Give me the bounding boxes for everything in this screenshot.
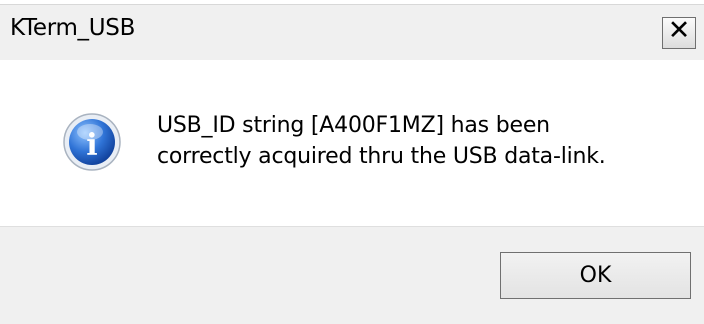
window-title: KTerm_USB bbox=[10, 15, 136, 41]
ok-button-label: OK bbox=[579, 263, 612, 288]
title-bar[interactable]: KTerm_USB ✕ bbox=[0, 4, 704, 60]
button-bar: OK bbox=[0, 226, 704, 324]
dialog-content: i USB_ID string [A400F1MZ] has been corr… bbox=[0, 60, 704, 226]
svg-text:i: i bbox=[86, 128, 97, 163]
close-icon: ✕ bbox=[667, 15, 691, 46]
message-line-1: USB_ID string [A400F1MZ] has been bbox=[157, 113, 550, 138]
ok-button[interactable]: OK bbox=[500, 252, 691, 299]
information-icon: i bbox=[63, 113, 121, 171]
message-dialog: KTerm_USB ✕ i USB_ID string [A400F1MZ] h… bbox=[0, 0, 704, 324]
close-button[interactable]: ✕ bbox=[662, 15, 696, 49]
message-text: USB_ID string [A400F1MZ] has been correc… bbox=[157, 110, 606, 172]
message-line-2: correctly acquired thru the USB data-lin… bbox=[157, 144, 606, 169]
